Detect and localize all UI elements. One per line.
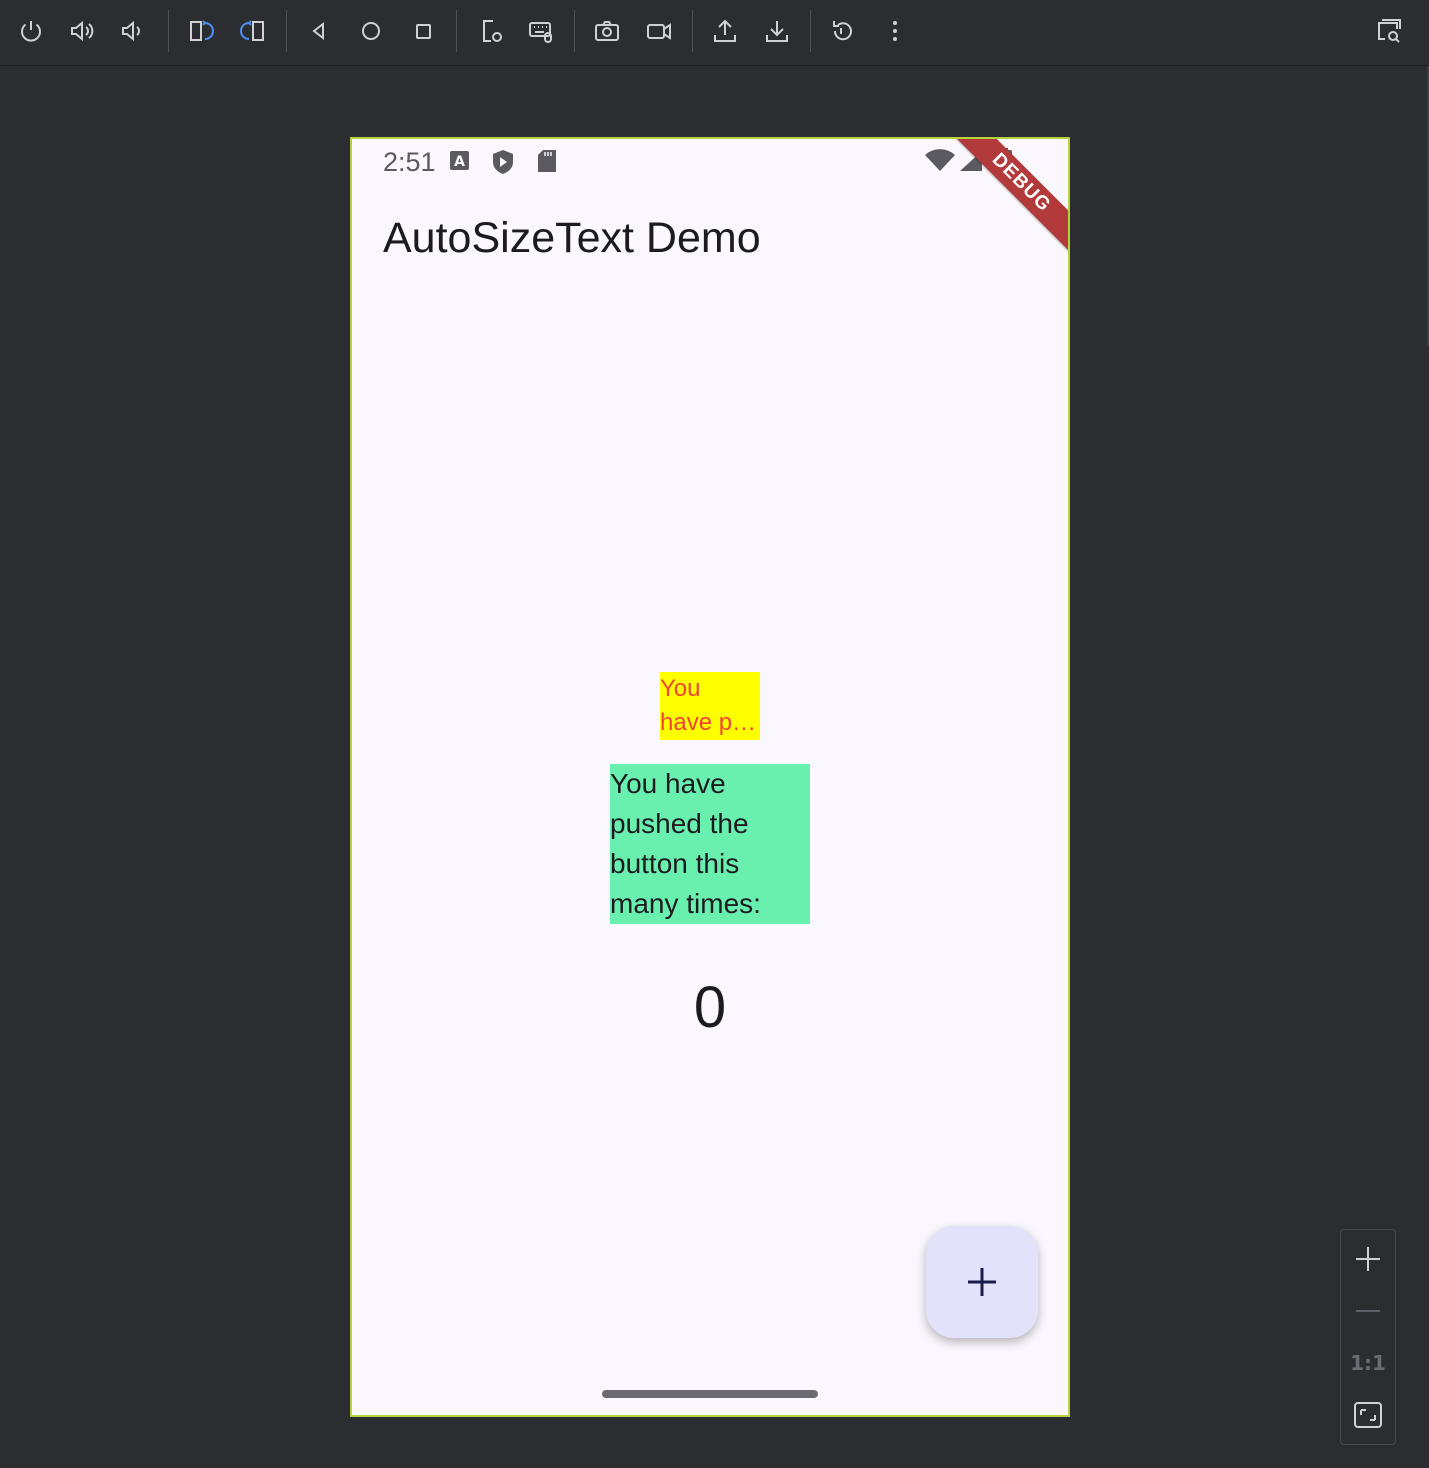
volume-down-icon[interactable] [112, 11, 152, 51]
increment-fab[interactable] [926, 1226, 1038, 1338]
zoom-ratio-label: 1:1 [1350, 1351, 1386, 1375]
power-icon[interactable] [11, 11, 51, 51]
upload-icon[interactable] [705, 11, 745, 51]
play-protect-icon [490, 148, 516, 181]
toolbar-separator [286, 10, 287, 52]
autosize-text-line: You [660, 675, 701, 702]
autosize-text-large: You have pushed the button this many tim… [610, 764, 810, 924]
autosize-text-small: You have p… [660, 672, 760, 740]
device-screen[interactable]: 2:51 A DEBUG AutoSizeText Demo You have … [350, 137, 1070, 1417]
plus-icon [1356, 1247, 1380, 1271]
zoom-actual-size-button[interactable]: 1:1 [1342, 1338, 1394, 1388]
zoom-in-button[interactable] [1342, 1234, 1394, 1284]
fit-screen-icon [1354, 1402, 1382, 1428]
zoom-out-button[interactable] [1342, 1286, 1394, 1336]
toolbar-separator [810, 10, 811, 52]
home-icon[interactable] [351, 11, 391, 51]
emulator-toolbar [0, 0, 1429, 66]
layout-inspector-icon[interactable] [1369, 11, 1409, 51]
camera-icon[interactable] [587, 11, 627, 51]
sd-card-icon [536, 148, 558, 179]
reset-icon[interactable] [823, 11, 863, 51]
volume-up-icon[interactable] [62, 11, 102, 51]
svg-text:A: A [454, 154, 465, 170]
autosize-text-line: many times: [610, 888, 761, 919]
toolbar-separator [692, 10, 693, 52]
toolbar-separator [456, 10, 457, 52]
toolbar-separator [574, 10, 575, 52]
zoom-controls: 1:1 [1340, 1229, 1396, 1445]
font-app-icon: A [449, 148, 471, 177]
video-record-icon[interactable] [639, 11, 679, 51]
overview-icon[interactable] [403, 11, 443, 51]
device-settings-icon[interactable] [471, 11, 511, 51]
back-icon[interactable] [299, 11, 339, 51]
rotate-right-icon[interactable] [233, 11, 273, 51]
app-bar-title: AutoSizeText Demo [383, 214, 761, 262]
status-time: 2:51 [383, 147, 436, 177]
minus-icon [1356, 1310, 1380, 1312]
rotate-left-icon[interactable] [181, 11, 221, 51]
gesture-nav-handle[interactable] [602, 1390, 818, 1398]
autosize-text-line: You have [610, 768, 726, 799]
keyboard-icon[interactable] [521, 11, 561, 51]
autosize-text-line: button this [610, 848, 740, 879]
autosize-text-line: pushed the [610, 808, 749, 839]
zoom-fit-button[interactable] [1342, 1390, 1394, 1440]
plus-icon [968, 1268, 996, 1296]
more-icon[interactable] [875, 11, 915, 51]
counter-value: 0 [693, 975, 727, 1040]
wifi-icon [924, 149, 956, 178]
download-icon[interactable] [757, 11, 797, 51]
toolbar-separator [168, 10, 169, 52]
autosize-text-line: have p… [660, 709, 757, 736]
